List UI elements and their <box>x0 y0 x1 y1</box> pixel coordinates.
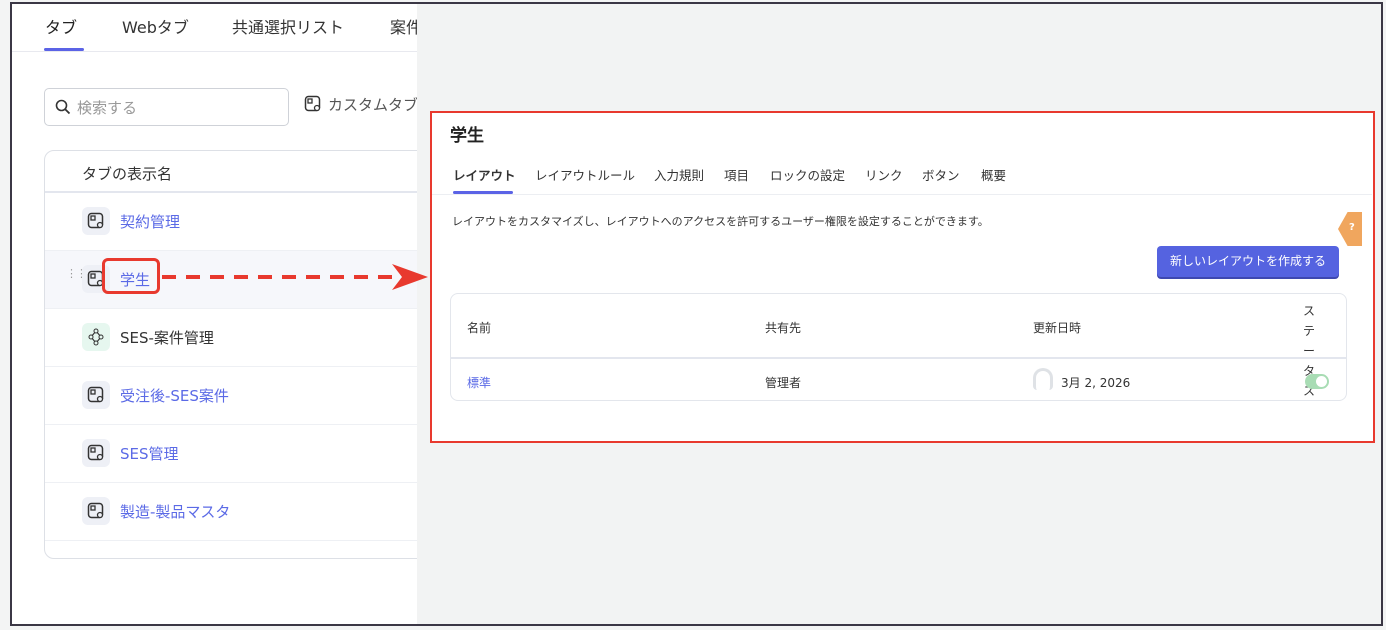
tab-validation-rules[interactable]: 入力規則 <box>654 165 704 184</box>
column-updated: 更新日時 <box>1033 321 1082 335</box>
tab-link[interactable]: SES-案件管理 <box>120 327 214 348</box>
tab-layout[interactable]: レイアウト <box>453 165 516 184</box>
table-row[interactable]: SES-案件管理 <box>45 309 417 367</box>
tab-tabs[interactable]: タブ <box>45 14 77 38</box>
active-tab-indicator <box>453 191 513 194</box>
layout-description: レイアウトをカスタマイズし、レイアウトへのアクセスを許可するユーザー権限を設定す… <box>452 215 989 228</box>
table-header: 名前 共有先 更新日時 ステータス <box>451 294 1346 398</box>
tab-layout-rules[interactable]: レイアウトルール <box>535 165 635 184</box>
tab-settings-pane: タブ Webタブ 共通選択リスト 案件 検索する カスタムタブ タブの表示名 契… <box>12 4 417 624</box>
tab-link[interactable]: SES管理 <box>120 443 179 464</box>
layout-panel: 学生 レイアウト レイアウトルール 入力規則 項目 ロックの設定 リンク ボタン… <box>430 111 1375 443</box>
shared-with: 管理者 <box>765 376 802 390</box>
tab-links[interactable]: リンク <box>865 165 903 184</box>
custom-tab-icon <box>304 95 322 117</box>
tab-link[interactable]: 契約管理 <box>120 211 180 232</box>
custom-tab-label: カスタムタブ <box>328 96 417 114</box>
tab-fields[interactable]: 項目 <box>724 165 749 184</box>
custom-tab-button[interactable]: カスタムタブ <box>304 94 417 117</box>
flow-icon <box>82 323 110 351</box>
panel-title: 学生 <box>450 126 484 146</box>
table-row[interactable]: SES管理 <box>45 425 417 483</box>
tab-web-tabs[interactable]: Webタブ <box>122 14 189 38</box>
updated-date: 3月 2, 2026 <box>1061 376 1131 390</box>
custom-tab-icon <box>82 381 110 409</box>
tab-common-picklist[interactable]: 共通選択リスト <box>232 14 344 38</box>
layout-name-link[interactable]: 標準 <box>467 374 491 391</box>
highlight-annotation <box>102 258 160 294</box>
tab-buttons[interactable]: ボタン <box>922 165 960 184</box>
status-toggle[interactable] <box>1305 374 1329 389</box>
dashed-arrow-annotation <box>162 264 428 290</box>
table-row[interactable]: 契約管理 <box>45 193 417 251</box>
tab-list-table: タブの表示名 契約管理 ⋮⋮ 学生 SES-案件管理 受注後-SES案件 SES… <box>44 150 417 559</box>
table-row[interactable]: 受注後-SES案件 <box>45 367 417 425</box>
table-row[interactable]: 製造-製品マスタ <box>45 483 417 541</box>
column-name: 名前 <box>467 321 492 335</box>
tab-cases[interactable]: 案件 <box>390 14 417 38</box>
search-icon <box>55 99 71 115</box>
layout-table: 名前 共有先 更新日時 ステータス 標準 管理者 3月 2, 2026 <box>450 293 1347 401</box>
column-shared: 共有先 <box>765 321 802 335</box>
active-tab-indicator <box>44 48 84 51</box>
tab-link[interactable]: 製造-製品マスタ <box>120 501 230 522</box>
custom-tab-icon <box>82 497 110 525</box>
tab-overview[interactable]: 概要 <box>981 165 1006 184</box>
avatar-icon <box>1033 368 1053 390</box>
custom-tab-icon <box>82 207 110 235</box>
search-input[interactable]: 検索する <box>44 88 289 126</box>
custom-tab-icon <box>82 439 110 467</box>
tab-lock-settings[interactable]: ロックの設定 <box>770 165 845 184</box>
top-tabs: タブ Webタブ 共通選択リスト 案件 <box>12 4 417 52</box>
search-placeholder: 検索する <box>77 99 138 117</box>
create-layout-button[interactable]: 新しいレイアウトを作成する <box>1157 246 1339 277</box>
tab-link[interactable]: 受注後-SES案件 <box>120 385 229 406</box>
tab-display-name-header: タブの表示名 <box>45 151 417 193</box>
screenshot-frame: タブ Webタブ 共通選択リスト 案件 検索する カスタムタブ タブの表示名 契… <box>10 2 1383 626</box>
panel-tabs: レイアウト レイアウトルール 入力規則 項目 ロックの設定 リンク ボタン 概要 <box>432 153 1372 195</box>
